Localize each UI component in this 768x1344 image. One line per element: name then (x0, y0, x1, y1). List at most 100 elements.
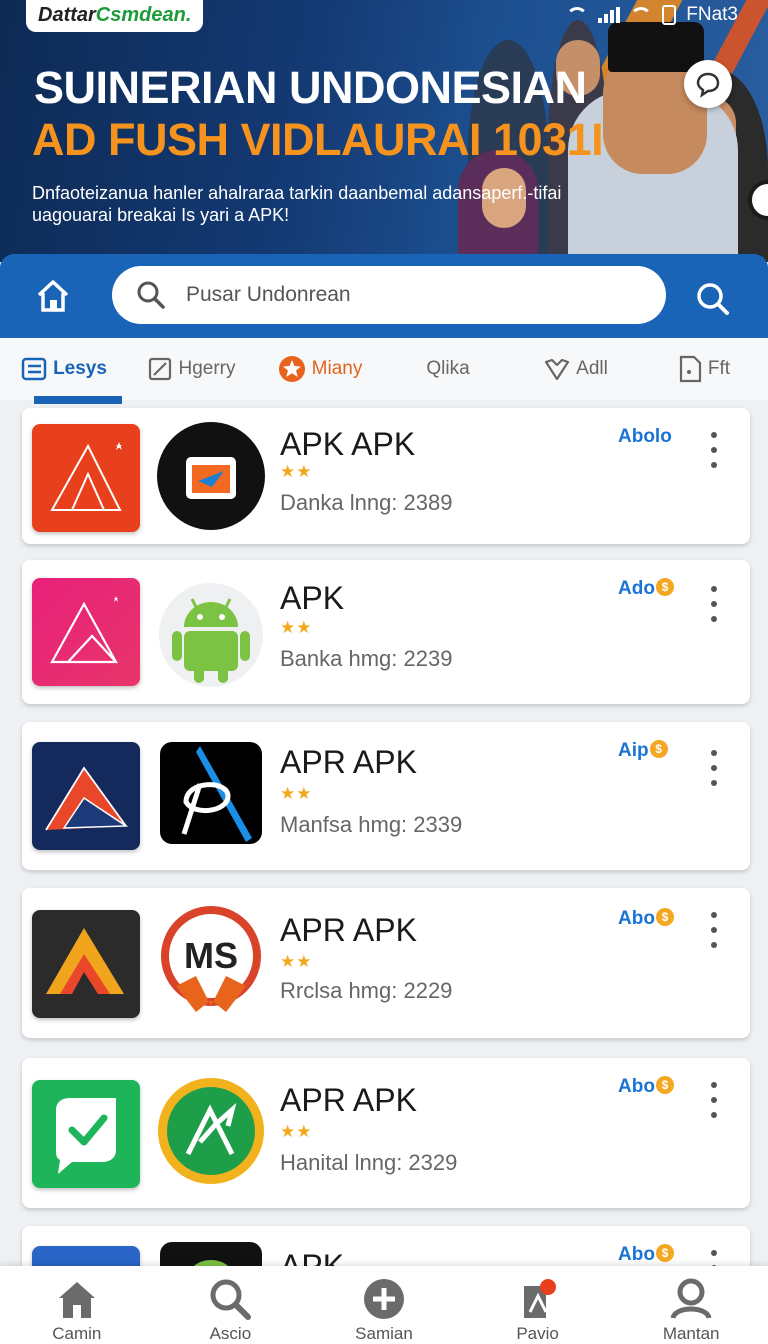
active-tab-indicator (34, 396, 122, 404)
tab-label: Miany (311, 358, 363, 379)
home-icon (37, 280, 69, 312)
profile-icon (670, 1278, 712, 1320)
coin-icon: $ (649, 740, 668, 758)
app-logo-icon (32, 910, 140, 1018)
search-field[interactable] (112, 266, 666, 324)
app-tag: Abo $ (618, 1244, 674, 1266)
more-options-icon[interactable] (704, 750, 724, 786)
more-options-icon[interactable] (704, 432, 724, 468)
app-card[interactable]: APK APK ★★ Danka lnng: 2389 Abolo (22, 408, 750, 544)
star-badge-icon (278, 356, 305, 382)
nav-camin[interactable]: Camin (0, 1266, 154, 1344)
file-icon (679, 355, 702, 383)
nav-ascio[interactable]: Ascio (154, 1266, 308, 1344)
more-options-icon[interactable] (704, 912, 724, 948)
plus-circle-icon (363, 1279, 404, 1319)
app-tag: Abo $ (618, 908, 674, 930)
app-meta: Danka lnng: 2389 (280, 490, 453, 515)
app-card[interactable]: APK ★★ Banka hmg: 2239 Ado $ (22, 560, 750, 704)
nav-label: Samian (355, 1324, 413, 1343)
app-rating: ★★ (280, 462, 313, 481)
app-name: APR APK (280, 744, 417, 780)
tab-miany[interactable]: Miany (256, 338, 384, 400)
banner-title: SUINERIAN UNDONESIAN (34, 62, 587, 113)
app-name: APK (280, 580, 345, 616)
app-card[interactable]: MS APR APK ★★ Rrclsa hmg: 2229 Abo $ (22, 888, 750, 1038)
tab-label: Lesys (53, 358, 107, 379)
tab-label: Fft (707, 358, 731, 379)
home-button[interactable] (30, 276, 76, 316)
app-logo-icon (32, 742, 140, 850)
wifi-icon (566, 7, 589, 23)
more-options-icon[interactable] (704, 586, 724, 622)
app-rating: ★★ (280, 618, 313, 637)
tab-qlika[interactable]: Qlika (384, 338, 512, 400)
app-name: APR APK (280, 912, 417, 948)
app-tag: Aip $ (618, 740, 668, 762)
battery-icon (662, 5, 677, 25)
coin-icon: $ (655, 1076, 674, 1094)
search-header (0, 254, 768, 338)
signal-icon (598, 7, 621, 23)
chat-bubble-icon (696, 72, 720, 98)
nav-mantan[interactable]: Mantan (614, 1266, 768, 1344)
app-meta: Rrclsa hmg: 2229 (280, 978, 453, 1003)
search-input[interactable] (186, 266, 646, 324)
tab-label: Hgerry (178, 358, 236, 379)
category-tabs: Lesys Hgerry Miany Qlika Adll Fft (0, 338, 768, 400)
app-tag: Ado $ (618, 578, 674, 600)
heart-icon (545, 358, 570, 381)
app-name: APR APK (280, 1082, 417, 1118)
chat-button[interactable] (684, 60, 732, 108)
tab-fft[interactable]: Fft (640, 338, 768, 400)
app-logo-icon (32, 1080, 140, 1188)
list-icon (21, 357, 47, 381)
app-rating: ★★ (280, 1122, 313, 1141)
nav-pavio[interactable]: Pavio (461, 1266, 615, 1344)
tab-label: Qlika (426, 358, 470, 379)
app-meta: Hanital lnng: 2329 (280, 1150, 458, 1175)
edit-icon (149, 357, 172, 381)
coin-icon: $ (655, 908, 674, 926)
search-icon (210, 1279, 252, 1320)
search-icon (697, 283, 729, 315)
coin-icon: $ (655, 578, 674, 596)
app-logo-icon (32, 424, 140, 532)
search-submit-button[interactable] (690, 276, 736, 322)
nav-label: Pavio (516, 1324, 559, 1343)
banner-description: Dnfaoteizanua hanler ahalraraa tarkin da… (32, 183, 562, 225)
tab-lesys[interactable]: Lesys (0, 338, 128, 400)
app-meta: Manfsa hmg: 2339 (280, 812, 463, 837)
app-card[interactable]: APR APK ★★ Hanital lnng: 2329 Abo $ (22, 1058, 750, 1208)
banner-subtitle-highlight: AD FUSH VIDLAURAI 1031I (32, 114, 604, 165)
app-name: APK APK (280, 426, 416, 462)
brand-logo: DattarCsmdean. (26, 0, 204, 32)
svg-text:MS: MS (184, 935, 238, 976)
nav-label: Mantan (662, 1324, 720, 1343)
status-bar: FNat3 (566, 4, 738, 26)
tab-label: Adll (576, 358, 608, 379)
app-secondary-icon: MS (156, 906, 266, 1016)
app-logo-icon (32, 578, 140, 686)
app-secondary-icon (156, 742, 266, 852)
nav-label: Ascio (209, 1324, 252, 1343)
coin-icon: $ (655, 1244, 674, 1262)
more-options-icon[interactable] (704, 1082, 724, 1118)
hero-banner: DattarCsmdean. FNat3 SUINERIAN UNDONESIA… (0, 0, 768, 262)
app-card[interactable]: APR APK ★★ Manfsa hmg: 2339 Aip $ (22, 722, 750, 870)
app-secondary-icon (156, 1076, 266, 1186)
app-rating: ★★ (280, 784, 313, 803)
app-tag: Abolo (618, 426, 672, 447)
status-label: FNat3 (686, 4, 738, 25)
nav-samian[interactable]: Samian (307, 1266, 461, 1344)
nav-label: Camin (52, 1324, 102, 1343)
app-secondary-icon (156, 421, 266, 531)
notification-icon (523, 1279, 556, 1318)
home-icon (58, 1282, 95, 1318)
android-icon (156, 577, 266, 687)
app-rating: ★★ (280, 952, 313, 971)
tab-hgerry[interactable]: Hgerry (128, 338, 256, 400)
bottom-navigation: Camin Ascio Samian Pavio Mantan (0, 1266, 768, 1344)
tab-adll[interactable]: Adll (512, 338, 640, 400)
wifi-icon (630, 7, 653, 23)
